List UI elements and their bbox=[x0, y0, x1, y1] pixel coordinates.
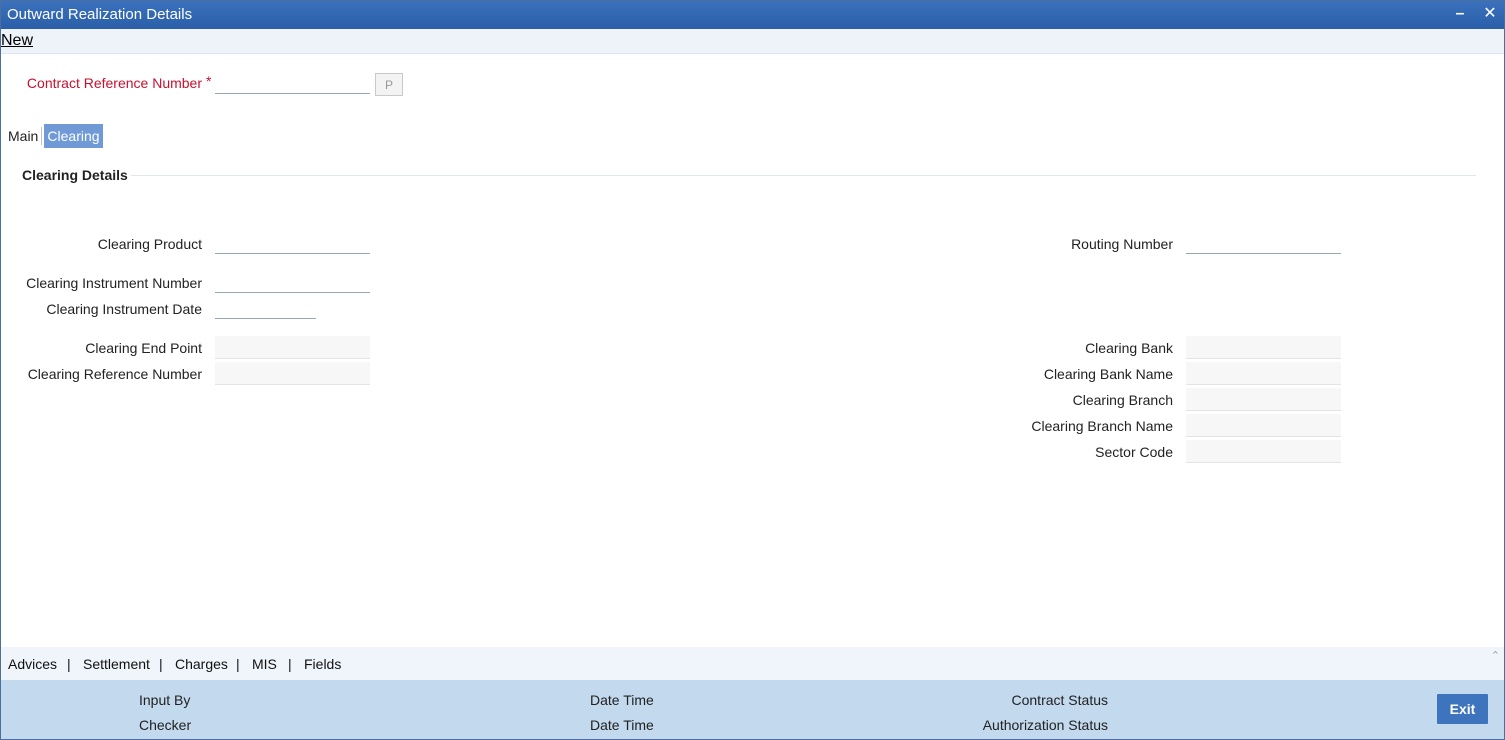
date-time-label: Date Time bbox=[590, 692, 654, 708]
tab-divider bbox=[41, 127, 42, 145]
fields-link[interactable]: Fields bbox=[304, 656, 341, 672]
contract-reference-label: Contract Reference Number bbox=[26, 75, 202, 91]
clearing-branch-name-input bbox=[1186, 414, 1341, 437]
sector-code-input bbox=[1186, 440, 1341, 463]
mis-link[interactable]: MIS bbox=[252, 656, 277, 672]
clearing-product-label: Clearing Product bbox=[97, 236, 202, 252]
link-separator: | bbox=[236, 656, 240, 672]
clearing-branch-label: Clearing Branch bbox=[1072, 392, 1173, 408]
required-mark: * bbox=[206, 73, 212, 89]
clearing-instrument-date-input[interactable] bbox=[215, 297, 316, 319]
advices-link[interactable]: Advices bbox=[8, 656, 57, 672]
clearing-instrument-number-input[interactable] bbox=[215, 271, 370, 293]
clearing-end-point-label: Clearing End Point bbox=[85, 340, 202, 356]
section-divider bbox=[131, 175, 1476, 176]
window-title: Outward Realization Details bbox=[7, 6, 193, 23]
link-separator: | bbox=[159, 656, 163, 672]
clearing-product-input[interactable] bbox=[215, 232, 370, 254]
sector-code-label: Sector Code bbox=[1095, 444, 1173, 460]
toolbar: New bbox=[1, 29, 1504, 54]
input-by-label: Input By bbox=[139, 692, 191, 708]
link-separator: | bbox=[288, 656, 292, 672]
clearing-reference-number-label: Clearing Reference Number bbox=[27, 366, 202, 382]
clearing-bank-label: Clearing Bank bbox=[1085, 340, 1173, 356]
settlement-link[interactable]: Settlement bbox=[83, 656, 150, 672]
clearing-branch-input bbox=[1186, 388, 1341, 411]
new-link[interactable]: New bbox=[1, 32, 33, 50]
minimize-icon[interactable]: – bbox=[1449, 3, 1471, 25]
clearing-instrument-number-label: Clearing Instrument Number bbox=[26, 275, 202, 291]
clearing-bank-input bbox=[1186, 336, 1341, 359]
clearing-instrument-date-label: Clearing Instrument Date bbox=[46, 301, 202, 317]
title-bar[interactable]: Outward Realization Details – ✕ bbox=[1, 1, 1504, 29]
p-button[interactable]: P bbox=[375, 73, 403, 96]
outward-realization-window: Outward Realization Details – ✕ New Cont… bbox=[0, 0, 1505, 740]
tab-clearing[interactable]: Clearing bbox=[44, 124, 103, 148]
clearing-end-point-input bbox=[215, 336, 370, 359]
authorization-status-label: Authorization Status bbox=[982, 717, 1108, 733]
contract-reference-input[interactable] bbox=[215, 72, 370, 94]
clearing-branch-name-label: Clearing Branch Name bbox=[1031, 418, 1173, 434]
audit-footer: Input By Checker Date Time Date Time Con… bbox=[1, 680, 1504, 739]
clearing-reference-number-input bbox=[215, 362, 370, 385]
close-icon[interactable]: ✕ bbox=[1479, 3, 1501, 25]
clearing-bank-name-label: Clearing Bank Name bbox=[1043, 366, 1173, 382]
contract-status-label: Contract Status bbox=[1011, 692, 1109, 708]
tab-main[interactable]: Main bbox=[3, 124, 43, 148]
link-separator: | bbox=[67, 656, 71, 672]
checker-label: Checker bbox=[139, 717, 192, 733]
collapse-up-icon[interactable]: ⌃ bbox=[1491, 649, 1500, 662]
bottom-link-bar: Advices | Settlement | Charges | MIS | F… bbox=[1, 647, 1504, 680]
section-title: Clearing Details bbox=[22, 167, 128, 183]
clearing-bank-name-input bbox=[1186, 362, 1341, 385]
charges-link[interactable]: Charges bbox=[175, 656, 228, 672]
date-time-label: Date Time bbox=[590, 717, 654, 733]
routing-number-input[interactable] bbox=[1186, 232, 1341, 254]
routing-number-label: Routing Number bbox=[1071, 236, 1173, 252]
exit-button[interactable]: Exit bbox=[1437, 694, 1488, 724]
